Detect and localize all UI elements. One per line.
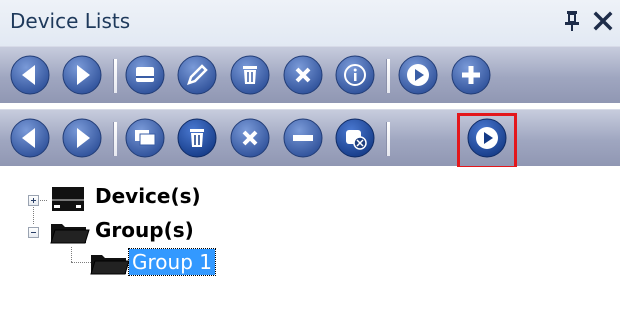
device-icon[interactable]	[125, 55, 165, 95]
highlight-box	[457, 113, 517, 169]
toolbar-separator	[113, 122, 117, 156]
add-icon[interactable]	[451, 55, 491, 95]
device-lists-panel: Device Lists Device(s) Group(s) Group 1	[0, 0, 620, 327]
forward-icon[interactable]	[62, 55, 102, 95]
play-icon[interactable]	[398, 55, 438, 95]
delete-icon[interactable]	[177, 118, 217, 158]
forward-icon[interactable]	[62, 118, 102, 158]
monitor-icon[interactable]	[125, 118, 165, 158]
toolbar-separator	[113, 59, 117, 93]
device-tree: Device(s) Group(s) Group 1	[0, 167, 620, 327]
tree-node-devices[interactable]: Device(s)	[95, 184, 201, 208]
tree-node-group-1[interactable]: Group 1	[128, 248, 216, 276]
collapse-toggle[interactable]	[28, 227, 39, 238]
tree-line	[71, 262, 91, 263]
back-icon[interactable]	[10, 55, 50, 95]
minus-icon[interactable]	[283, 118, 323, 158]
tree-line	[71, 247, 72, 262]
close-icon[interactable]	[592, 8, 614, 34]
expand-toggle[interactable]	[28, 195, 39, 206]
folder-icon	[90, 252, 130, 280]
toolbar-primary	[0, 46, 620, 103]
pin-icon[interactable]	[562, 9, 582, 33]
tree-node-groups[interactable]: Group(s)	[95, 218, 194, 242]
toolbar-secondary	[0, 109, 620, 166]
info-icon[interactable]	[335, 55, 375, 95]
panel-title: Device Lists	[10, 9, 131, 33]
delete-icon[interactable]	[230, 55, 270, 95]
remove-user-icon[interactable]	[335, 118, 375, 158]
cancel-icon[interactable]	[283, 55, 323, 95]
folder-icon	[50, 221, 90, 249]
device-icon	[50, 184, 86, 218]
toolbar-separator	[386, 122, 390, 156]
back-icon[interactable]	[10, 118, 50, 158]
panel-title-bar: Device Lists	[0, 0, 620, 47]
edit-icon[interactable]	[177, 55, 217, 95]
toolbar-separator	[386, 59, 390, 93]
cancel-icon[interactable]	[230, 118, 270, 158]
